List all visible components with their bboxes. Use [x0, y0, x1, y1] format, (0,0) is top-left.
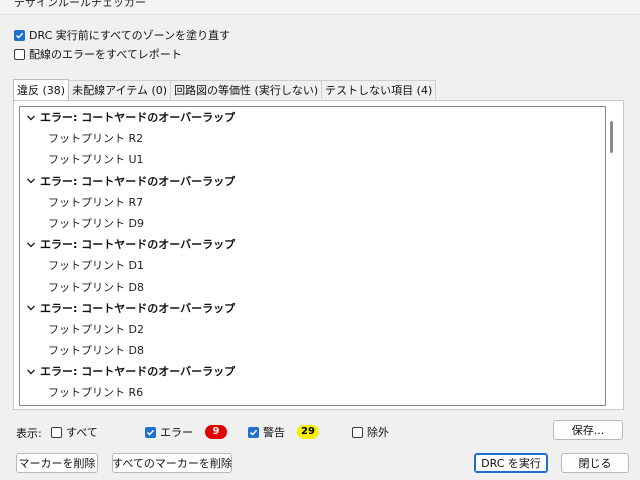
- violation-group[interactable]: エラー: コートヤードのオーバーラップ: [20, 234, 605, 255]
- filter-all-checkbox[interactable]: [51, 426, 62, 438]
- chevron-down-icon[interactable]: [25, 234, 37, 255]
- footprint-ref: フットプリント D8: [48, 280, 144, 294]
- violation-title: エラー: コートヤードのオーバーラップ: [40, 301, 236, 315]
- footprint-ref: フットプリント R6: [48, 386, 144, 400]
- delete-marker-button[interactable]: マーカーを削除: [16, 453, 98, 473]
- footprint-ref: フットプリント D1: [48, 259, 144, 273]
- title-bar: デザインルールチェッカー: [0, 0, 640, 15]
- footprint-ref: フットプリント R2: [48, 132, 144, 146]
- chevron-down-icon[interactable]: [25, 107, 37, 128]
- violation-item[interactable]: フットプリント R2: [20, 128, 605, 149]
- tab-violations[interactable]: 違反 (38): [13, 79, 70, 100]
- show-label: 表示:: [16, 427, 42, 440]
- violation-title: エラー: コートヤードのオーバーラップ: [40, 365, 236, 379]
- report-all-errors-checkbox[interactable]: [14, 48, 25, 60]
- chevron-down-icon[interactable]: [25, 171, 37, 192]
- close-button[interactable]: 閉じる: [561, 453, 629, 473]
- error-count-badge: 9: [205, 425, 227, 439]
- filter-all[interactable]: すべて: [51, 424, 98, 440]
- violation-item[interactable]: フットプリント D1: [20, 255, 605, 276]
- filter-warnings-checkbox[interactable]: [248, 426, 259, 438]
- footprint-ref: フットプリント R7: [48, 195, 144, 209]
- filter-warnings-label: 警告: [263, 426, 285, 439]
- refill-zones-checkbox[interactable]: [14, 29, 25, 41]
- violation-title: エラー: コートヤードのオーバーラップ: [40, 111, 236, 124]
- delete-all-markers-button[interactable]: すべてのマーカーを削除: [112, 453, 232, 473]
- footprint-ref: フットプリント U1: [48, 153, 144, 167]
- tab-unconnected[interactable]: 未配線アイテム (0): [68, 80, 172, 99]
- filter-exclusions[interactable]: 除外: [352, 424, 389, 440]
- violation-item[interactable]: フットプリント R7: [20, 192, 605, 213]
- violations-panel: エラー: コートヤードのオーバーラップ フットプリント R2 フットプリント U1 エ…: [13, 100, 624, 410]
- filter-exclusions-checkbox[interactable]: [352, 426, 363, 438]
- footprint-ref: フットプリント D8: [48, 344, 144, 358]
- violation-item[interactable]: フットプリント D2: [20, 319, 605, 340]
- footprint-ref: フットプリント D2: [48, 322, 144, 336]
- window-title: デザインルールチェッカー: [14, 0, 146, 9]
- filter-errors-checkbox[interactable]: [145, 426, 156, 438]
- chevron-down-icon[interactable]: [25, 361, 37, 382]
- refill-zones-option[interactable]: DRC 実行前にすべてのゾーンを塗り直す: [14, 27, 230, 43]
- filter-warnings[interactable]: 警告 29: [248, 424, 319, 440]
- chevron-down-icon[interactable]: [25, 298, 37, 319]
- filter-errors[interactable]: エラー 9: [145, 424, 227, 440]
- violation-group[interactable]: エラー: コートヤードのオーバーラップ: [20, 107, 605, 128]
- results-tabs: 違反 (38) 未配線アイテム (0) 回路図の等価性 (実行しない) テストし…: [13, 79, 437, 100]
- filter-errors-label: エラー: [160, 426, 193, 439]
- scrollbar-thumb[interactable]: [610, 121, 613, 153]
- violation-group[interactable]: エラー: コートヤードのオーバーラップ: [20, 361, 605, 382]
- tab-ignored-tests[interactable]: テストしない項目 (4): [321, 80, 437, 99]
- filter-all-label: すべて: [66, 426, 98, 439]
- violations-tree[interactable]: エラー: コートヤードのオーバーラップ フットプリント R2 フットプリント U1 エ…: [19, 106, 606, 406]
- footprint-ref: フットプリント D9: [48, 216, 144, 230]
- violation-group[interactable]: エラー: コートヤードのオーバーラップ: [20, 171, 605, 192]
- violation-item[interactable]: フットプリント U1: [20, 149, 605, 170]
- report-all-errors-option[interactable]: 配線のエラーをすべてレポート: [14, 46, 182, 62]
- save-button[interactable]: 保存...: [553, 420, 623, 440]
- tab-label: 違反 (38): [17, 84, 66, 97]
- violation-title: エラー: コートヤードのオーバーラップ: [40, 238, 236, 252]
- tab-label: テストしない項目 (4): [325, 84, 433, 97]
- violation-item[interactable]: フットプリント D8: [20, 340, 605, 361]
- violation-item[interactable]: フットプリント D8: [20, 277, 605, 298]
- tab-label: 回路図の等価性 (実行しない): [174, 84, 319, 97]
- warning-count-badge: 29: [297, 425, 319, 439]
- tab-label: 未配線アイテム (0): [72, 84, 168, 97]
- violation-group[interactable]: エラー: コートヤードのオーバーラップ: [20, 298, 605, 319]
- filter-exclusions-label: 除外: [367, 426, 389, 439]
- refill-zones-label: DRC 実行前にすべてのゾーンを塗り直す: [29, 29, 231, 42]
- violation-item[interactable]: フットプリント R6: [20, 382, 605, 403]
- run-drc-button[interactable]: DRC を実行: [474, 453, 548, 473]
- filter-bar: 表示: すべて エラー 9 警告 29 除外: [0, 424, 640, 440]
- violation-title: エラー: コートヤードのオーバーラップ: [40, 174, 236, 188]
- report-all-errors-label: 配線のエラーをすべてレポート: [29, 48, 182, 61]
- tab-schematic-parity[interactable]: 回路図の等価性 (実行しない): [170, 80, 323, 99]
- violation-item[interactable]: フットプリント D9: [20, 213, 605, 234]
